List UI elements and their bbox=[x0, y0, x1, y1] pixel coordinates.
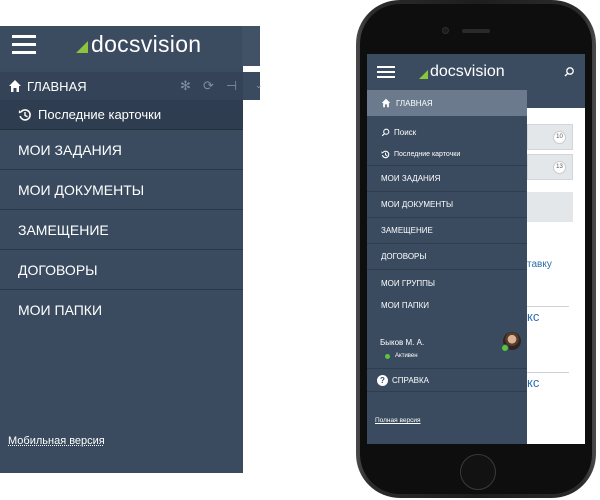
history-icon bbox=[381, 150, 390, 159]
menu-item-recent-label: Последние карточки bbox=[38, 107, 162, 122]
home-icon bbox=[381, 98, 391, 108]
menu-item-my-tasks[interactable]: МОИ ЗАДАНИЯ bbox=[0, 130, 243, 170]
mobile-menu-item-my-documents[interactable]: МОИ ДОКУМЕНТЫ bbox=[367, 192, 527, 218]
speaker-icon bbox=[462, 29, 490, 33]
user-name: Быков М. А. bbox=[380, 338, 425, 347]
count-badge: 13 bbox=[553, 161, 566, 174]
home-button[interactable] bbox=[460, 454, 496, 490]
menu-item-contracts[interactable]: ДОГОВОРЫ bbox=[0, 250, 243, 290]
count-badge: 10 bbox=[553, 131, 566, 144]
mobile-hamburger-icon[interactable] bbox=[377, 66, 395, 79]
content-tab-bar bbox=[527, 90, 585, 108]
content-link-fragment[interactable]: тавку bbox=[527, 259, 552, 270]
hamburger-menu-icon[interactable] bbox=[12, 35, 36, 55]
chevron-down-icon: ⌄ bbox=[255, 80, 263, 90]
history-icon bbox=[18, 108, 31, 121]
user-status: Активен bbox=[380, 353, 418, 359]
desktop-header: docsvision bbox=[0, 26, 260, 66]
mobile-search-label: Поиск bbox=[394, 127, 417, 137]
mobile-help-label: СПРАВКА bbox=[392, 375, 429, 385]
logo-text: docsvision bbox=[91, 31, 202, 57]
mobile-menu-item-recent[interactable]: Последние карточки bbox=[367, 144, 527, 166]
mobile-menu: ГЛАВНАЯ Поиск Последние карточки МОИ ЗАД… bbox=[367, 90, 527, 444]
mobile-header: docsvision bbox=[367, 54, 585, 90]
content-text-fragment: кс bbox=[527, 309, 540, 324]
mobile-menu-item-contracts[interactable]: ДОГОВОРЫ bbox=[367, 244, 527, 270]
mobile-menu-item-search[interactable]: Поиск bbox=[367, 122, 527, 142]
menu-item-recent-cards[interactable]: Последние карточки bbox=[0, 100, 243, 130]
camera-icon bbox=[442, 27, 449, 34]
mobile-menu-item-my-folders[interactable]: МОИ ПАПКИ bbox=[367, 292, 527, 318]
avatar[interactable] bbox=[501, 332, 521, 352]
user-panel[interactable]: Быков М. А. Активен bbox=[367, 326, 527, 366]
menu-item-home-label: ГЛАВНАЯ bbox=[27, 78, 87, 94]
desktop-menu: ГЛАВНАЯ ✻ ⟳ ⊣ Последние карточки МОИ ЗАД… bbox=[0, 66, 243, 473]
menu-item-home[interactable]: ГЛАВНАЯ ✻ ⟳ ⊣ bbox=[0, 72, 243, 100]
logo-mark-icon bbox=[76, 41, 88, 53]
menu-item-substitution[interactable]: ЗАМЕЩЕНИЕ bbox=[0, 210, 243, 250]
mobile-content-behind: 10 13 тавку кс кс bbox=[527, 90, 585, 444]
docsvision-logo[interactable]: docsvision bbox=[76, 30, 201, 58]
mobile-menu-item-home[interactable]: ГЛАВНАЯ bbox=[367, 90, 527, 116]
help-icon: ? bbox=[377, 374, 388, 386]
content-row[interactable]: 10 bbox=[527, 124, 573, 150]
phone-screen: docsvision 10 13 тавку кс кс ГЛАВНАЯ Пои… bbox=[367, 54, 585, 444]
mobile-logo-text: docsvision bbox=[430, 63, 505, 80]
content-text-fragment: кс bbox=[527, 375, 540, 390]
user-status-label: Активен bbox=[395, 353, 418, 359]
menu-item-my-documents[interactable]: МОИ ДОКУМЕНТЫ bbox=[0, 170, 243, 210]
gear-icon[interactable]: ✻ bbox=[178, 78, 193, 93]
mobile-logo-mark-icon bbox=[419, 70, 428, 79]
content-divider bbox=[527, 306, 569, 307]
pin-icon[interactable]: ⊣ bbox=[224, 78, 239, 93]
stage: docsvision ГЛАВНАЯ ✻ ⟳ ⊣ Последние карто… bbox=[0, 0, 600, 500]
home-tools: ✻ ⟳ ⊣ bbox=[178, 78, 239, 93]
mobile-recent-label: Последние карточки bbox=[394, 151, 461, 158]
content-row[interactable]: 13 bbox=[527, 154, 573, 180]
mobile-menu-item-help[interactable]: ? СПРАВКА bbox=[367, 368, 527, 392]
content-divider bbox=[527, 372, 569, 373]
desktop-sidebar: docsvision ГЛАВНАЯ ✻ ⟳ ⊣ Последние карто… bbox=[0, 26, 263, 473]
collapse-tab[interactable]: ⌄ bbox=[243, 72, 263, 100]
mobile-menu-item-my-tasks[interactable]: МОИ ЗАДАНИЯ bbox=[367, 166, 527, 192]
content-row[interactable] bbox=[527, 192, 573, 222]
refresh-icon[interactable]: ⟳ bbox=[201, 78, 216, 93]
mobile-docsvision-logo[interactable]: docsvision bbox=[419, 62, 505, 82]
full-version-link[interactable]: Полная версия bbox=[375, 417, 420, 424]
home-icon bbox=[9, 80, 21, 92]
menu-item-my-folders[interactable]: МОИ ПАПКИ bbox=[0, 290, 243, 330]
mobile-version-link[interactable]: Мобильная версия bbox=[8, 435, 105, 447]
online-status-icon bbox=[385, 353, 390, 359]
mobile-home-label: ГЛАВНАЯ bbox=[396, 98, 433, 108]
mobile-menu-item-substitution[interactable]: ЗАМЕЩЕНИЕ bbox=[367, 218, 527, 244]
search-icon bbox=[381, 128, 390, 136]
search-icon[interactable] bbox=[563, 66, 575, 78]
